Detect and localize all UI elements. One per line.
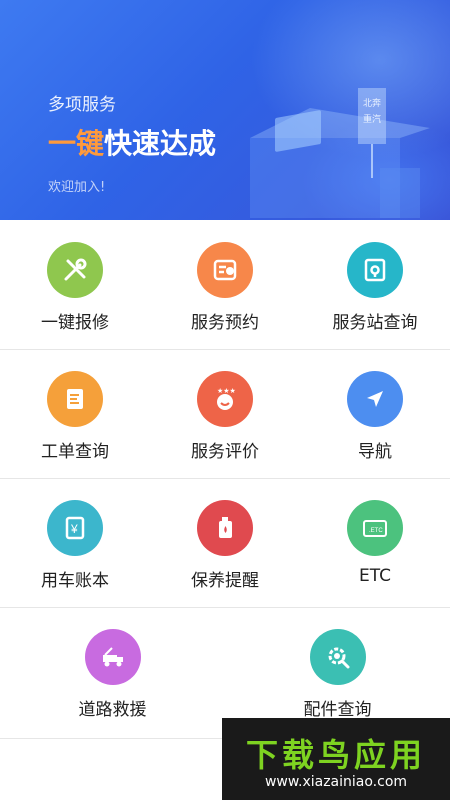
gear-search-icon [309,629,366,685]
watermark-url: www.xiazainiao.com [264,774,408,790]
banner-welcome: 欢迎加入! [48,180,106,195]
service-label: 服务站查询 [332,313,418,333]
map-location-icon [347,242,403,298]
service-label: 服务预约 [191,313,259,333]
tow-truck-icon [84,629,141,685]
service-order-search[interactable]: 工单查询 [0,349,150,478]
calendar-clock-icon [197,242,253,298]
service-label: 工单查询 [41,442,109,462]
hero-banner[interactable]: 多项服务 一键快速达成 欢迎加入! 北奔 重汽 [0,0,450,220]
service-label: 一键报修 [41,313,109,333]
watermark-brand: 下载鸟应用 [245,736,426,774]
wrench-screwdriver-icon [47,242,103,298]
service-maintenance-reminder[interactable]: 保养提醒 [150,478,300,607]
service-navigation[interactable]: 导航 [300,349,450,478]
sign-text-line-1: 北奔 [363,97,381,108]
ledger-yen-icon: ¥ [47,500,103,556]
service-label: 配件查询 [303,700,372,720]
service-car-ledger[interactable]: ¥ 用车账本 [0,478,150,607]
service-etc[interactable]: .ETC ETC [300,478,450,607]
service-label: 用车账本 [41,571,109,591]
sign-text-line-2: 重汽 [363,113,381,124]
service-appointment[interactable]: 服务预约 [150,220,300,349]
service-parts-search[interactable]: 配件查询 [225,607,450,736]
service-rating[interactable]: ★★★ 服务评价 [150,349,300,478]
svg-text:¥: ¥ [70,522,78,536]
service-label: 服务评价 [191,442,259,462]
oil-can-icon [197,500,253,556]
navigation-arrow-icon [347,371,403,427]
banner-illustration: 北奔 重汽 [250,88,430,218]
banner-subtitle: 多项服务 [48,95,116,115]
service-label: 导航 [358,442,392,462]
banner-title-highlight: 一键 [48,127,105,160]
watermark: 下载鸟应用 www.xiazainiao.com [222,718,450,800]
service-station-search[interactable]: 服务站查询 [300,220,450,349]
service-road-rescue[interactable]: 道路救援 [0,607,225,736]
banner-title-rest: 快速达成 [104,127,217,160]
smiley-stars-icon: ★★★ [197,371,253,427]
service-label: 道路救援 [78,700,147,720]
service-repair[interactable]: 一键报修 [0,220,150,349]
svg-text:★★★: ★★★ [217,387,236,395]
banner-title: 一键快速达成 [48,122,216,162]
clipboard-icon [47,371,103,427]
service-label: ETC [359,566,391,586]
etc-card-icon: .ETC [347,500,403,556]
service-label: 保养提醒 [191,571,259,591]
svg-text:.ETC: .ETC [369,528,383,534]
